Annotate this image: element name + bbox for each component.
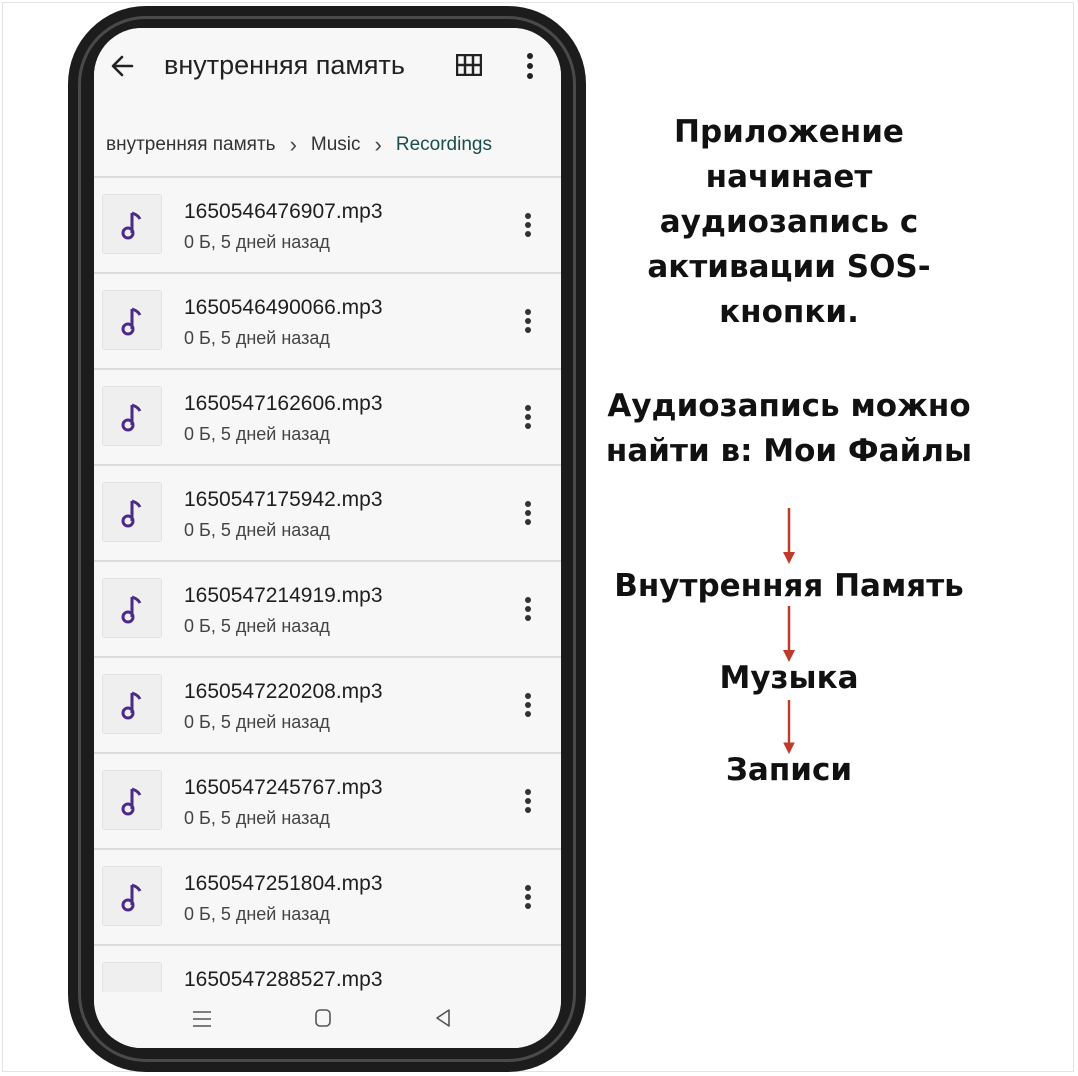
file-meta: 0 Б, 5 дней назад bbox=[184, 424, 330, 444]
file-thumbnail bbox=[102, 194, 162, 254]
step-music: Музыка bbox=[719, 660, 859, 696]
more-options-icon[interactable] bbox=[524, 692, 532, 718]
file-name: 1650547162606.mp3 bbox=[184, 392, 383, 415]
arrow-down-icon bbox=[783, 508, 795, 564]
file-thumbnail bbox=[102, 866, 162, 926]
top-app-bar: внутренняя память bbox=[94, 28, 561, 108]
breadcrumb-item-recordings[interactable]: Recordings bbox=[396, 134, 492, 156]
grid-view-icon[interactable] bbox=[456, 54, 482, 76]
music-note-icon bbox=[121, 211, 142, 240]
file-thumbnail bbox=[102, 386, 162, 446]
file-meta: 0 Б, 5 дней назад bbox=[184, 712, 330, 732]
breadcrumb-item-internal-storage[interactable]: внутренняя память bbox=[106, 134, 276, 156]
more-options-icon[interactable] bbox=[524, 308, 532, 334]
recent-apps-icon[interactable] bbox=[192, 1010, 212, 1028]
music-note-icon bbox=[121, 787, 142, 816]
chevron-right-icon: › bbox=[289, 132, 297, 157]
file-meta: 0 Б, 5 дней назад bbox=[184, 904, 330, 924]
phone-frame: внутренняя память внутренняя память › Musi… bbox=[68, 6, 586, 1072]
chevron-right-icon: › bbox=[374, 132, 382, 157]
file-meta: 0 Б, 5 дней назад bbox=[184, 616, 330, 636]
home-icon[interactable] bbox=[314, 1008, 332, 1028]
list-item[interactable]: 1650547214919.mp3 0 Б, 5 дней назад bbox=[94, 560, 561, 656]
file-meta: 0 Б, 5 дней назад bbox=[184, 520, 330, 540]
music-note-icon bbox=[121, 499, 142, 528]
list-item[interactable]: 1650547245767.mp3 0 Б, 5 дней назад bbox=[94, 752, 561, 848]
page-title: внутренняя память bbox=[164, 50, 405, 80]
file-thumbnail bbox=[102, 482, 162, 542]
more-options-icon[interactable] bbox=[524, 500, 532, 526]
list-item[interactable]: 1650547175942.mp3 0 Б, 5 дней назад bbox=[94, 464, 561, 560]
more-options-icon[interactable] bbox=[526, 52, 534, 80]
file-name: 1650546476907.mp3 bbox=[184, 200, 383, 223]
more-options-icon[interactable] bbox=[524, 212, 532, 238]
file-meta: 0 Б, 5 дней назад bbox=[184, 808, 330, 828]
instruction-panel: Приложение начинает аудиозапись с актива… bbox=[600, 110, 978, 788]
file-thumbnail bbox=[102, 674, 162, 734]
phone-screen: внутренняя память внутренняя память › Musi… bbox=[94, 28, 561, 1048]
intro-text: Приложение начинает аудиозапись с актива… bbox=[647, 114, 931, 330]
file-name: 1650547288527.mp3 bbox=[184, 968, 383, 991]
music-note-icon bbox=[121, 307, 142, 336]
arrow-down-icon bbox=[783, 700, 795, 755]
music-note-icon bbox=[121, 595, 142, 624]
list-item[interactable]: 1650547162606.mp3 0 Б, 5 дней назад bbox=[94, 368, 561, 464]
step-internal-storage: Внутренняя Память bbox=[614, 568, 964, 604]
music-note-icon bbox=[121, 403, 142, 432]
file-name: 1650547175942.mp3 bbox=[184, 488, 383, 511]
arrow-down-icon bbox=[783, 606, 795, 662]
file-thumbnail bbox=[102, 770, 162, 830]
music-note-icon bbox=[121, 691, 142, 720]
file-name: 1650546490066.mp3 bbox=[184, 296, 383, 319]
file-thumbnail bbox=[102, 290, 162, 350]
list-item[interactable]: 1650547251804.mp3 0 Б, 5 дней назад bbox=[94, 848, 561, 944]
more-options-icon[interactable] bbox=[524, 884, 532, 910]
breadcrumb: внутренняя память › Music › Recordings bbox=[106, 132, 492, 158]
list-item[interactable]: 1650546476907.mp3 0 Б, 5 дней назад bbox=[94, 176, 561, 272]
howto-text: Аудиозапись можно найти в: Мои Файлы bbox=[605, 388, 973, 469]
back-arrow-icon[interactable] bbox=[108, 52, 136, 80]
step-recordings: Записи bbox=[725, 752, 853, 788]
more-options-icon[interactable] bbox=[524, 788, 532, 814]
file-name: 1650547214919.mp3 bbox=[184, 584, 383, 607]
more-options-icon[interactable] bbox=[524, 596, 532, 622]
file-name: 1650547245767.mp3 bbox=[184, 776, 383, 799]
file-meta: 0 Б, 5 дней назад bbox=[184, 232, 330, 252]
system-nav-bar bbox=[94, 992, 561, 1048]
file-meta: 0 Б, 5 дней назад bbox=[184, 328, 330, 348]
music-note-icon bbox=[121, 883, 142, 912]
breadcrumb-item-music[interactable]: Music bbox=[311, 134, 361, 156]
more-options-icon[interactable] bbox=[524, 404, 532, 430]
file-name: 1650547220208.mp3 bbox=[184, 680, 383, 703]
list-item[interactable]: 1650547220208.mp3 0 Б, 5 дней назад bbox=[94, 656, 561, 752]
file-name: 1650547251804.mp3 bbox=[184, 872, 383, 895]
file-thumbnail bbox=[102, 578, 162, 638]
back-triangle-icon[interactable] bbox=[434, 1008, 452, 1028]
list-item[interactable]: 1650546490066.mp3 0 Б, 5 дней назад bbox=[94, 272, 561, 368]
